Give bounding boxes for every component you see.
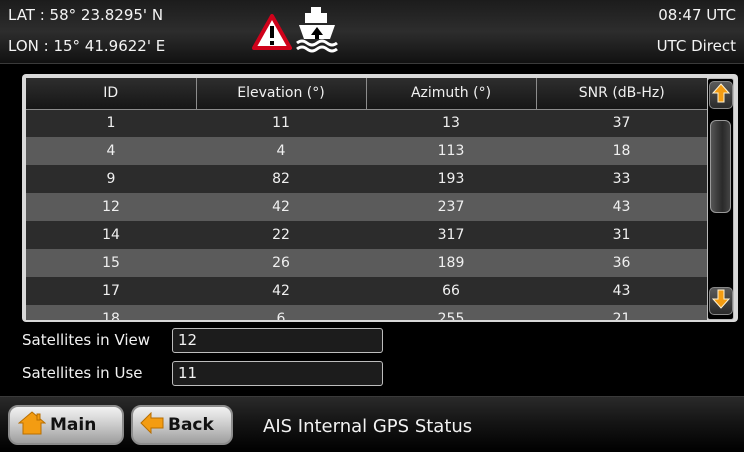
- cell-snr: 37: [536, 109, 707, 137]
- table-row[interactable]: 1 11 13 37: [26, 109, 707, 137]
- cell-elevation: 22: [196, 221, 366, 249]
- table-row[interactable]: 17 42 66 43: [26, 277, 707, 305]
- column-header-elevation[interactable]: Elevation (°): [196, 78, 367, 110]
- cell-elevation: 26: [196, 249, 366, 277]
- table-header-row: ID Elevation (°) Azimuth (°) SNR (dB-Hz): [26, 78, 707, 110]
- table-row[interactable]: 4 4 113 18: [26, 137, 707, 165]
- scroll-up-button[interactable]: [709, 81, 733, 109]
- satellites-in-view-label: Satellites in View: [22, 331, 151, 349]
- cell-id: 17: [26, 277, 196, 305]
- table-row[interactable]: 14 22 317 31: [26, 221, 707, 249]
- cell-id: 4: [26, 137, 196, 165]
- cell-id: 12: [26, 193, 196, 221]
- arrow-up-icon: [711, 83, 731, 107]
- cell-azimuth: 193: [366, 165, 536, 193]
- home-icon: [17, 411, 47, 439]
- table-row[interactable]: 12 42 237 43: [26, 193, 707, 221]
- satellites-in-view-field: 12: [172, 328, 383, 353]
- back-button[interactable]: Back: [131, 405, 233, 445]
- cell-snr: 31: [536, 221, 707, 249]
- cell-id: 9: [26, 165, 196, 193]
- cell-elevation: 4: [196, 137, 366, 165]
- column-header-azimuth[interactable]: Azimuth (°): [366, 78, 537, 110]
- scrollbar-thumb[interactable]: [710, 120, 731, 213]
- cell-azimuth: 66: [366, 277, 536, 305]
- cell-id: 18: [26, 305, 196, 320]
- footer-bar: Main Back AIS Internal GPS Status: [0, 396, 744, 452]
- ship-icon: [295, 5, 339, 59]
- cell-id: 15: [26, 249, 196, 277]
- main-button-label: Main: [50, 415, 97, 435]
- column-header-id[interactable]: ID: [26, 78, 197, 110]
- satellite-table-panel: ID Elevation (°) Azimuth (°) SNR (dB-Hz)…: [22, 74, 738, 322]
- cell-azimuth: 237: [366, 193, 536, 221]
- cell-snr: 18: [536, 137, 707, 165]
- scroll-down-button[interactable]: [709, 287, 733, 315]
- table-row[interactable]: 15 26 189 36: [26, 249, 707, 277]
- arrow-left-icon: [140, 411, 164, 438]
- table-scrollbar[interactable]: [707, 78, 734, 320]
- table-row[interactable]: 18 6 255 21: [26, 305, 707, 320]
- longitude-readout: LON : 15° 41.9622' E: [8, 37, 166, 55]
- cell-snr: 21: [536, 305, 707, 320]
- column-header-snr[interactable]: SNR (dB-Hz): [536, 78, 707, 110]
- cell-elevation: 6: [196, 305, 366, 320]
- table-row[interactable]: 9 82 193 33: [26, 165, 707, 193]
- satellites-in-use-label: Satellites in Use: [22, 364, 143, 382]
- cell-azimuth: 317: [366, 221, 536, 249]
- cell-elevation: 42: [196, 277, 366, 305]
- satellite-table: ID Elevation (°) Azimuth (°) SNR (dB-Hz)…: [26, 78, 707, 320]
- cell-snr: 36: [536, 249, 707, 277]
- cell-azimuth: 189: [366, 249, 536, 277]
- warning-triangle-icon[interactable]: [252, 14, 292, 54]
- cell-snr: 33: [536, 165, 707, 193]
- cell-snr: 43: [536, 277, 707, 305]
- cell-snr: 43: [536, 193, 707, 221]
- arrow-down-icon: [711, 289, 731, 313]
- back-button-label: Back: [168, 415, 214, 435]
- cell-azimuth: 255: [366, 305, 536, 320]
- time-source-mode: UTC Direct: [656, 37, 736, 55]
- cell-elevation: 82: [196, 165, 366, 193]
- status-header: LAT : 58° 23.8295' N LON : 15° 41.9622' …: [0, 0, 744, 64]
- utc-time: 08:47 UTC: [658, 6, 736, 24]
- cell-elevation: 42: [196, 193, 366, 221]
- page-title: AIS Internal GPS Status: [263, 416, 473, 437]
- cell-id: 1: [26, 109, 196, 137]
- cell-id: 14: [26, 221, 196, 249]
- cell-azimuth: 13: [366, 109, 536, 137]
- cell-elevation: 11: [196, 109, 366, 137]
- latitude-readout: LAT : 58° 23.8295' N: [8, 6, 164, 24]
- satellites-in-use-field: 11: [172, 361, 383, 386]
- cell-azimuth: 113: [366, 137, 536, 165]
- satellite-table-viewport[interactable]: ID Elevation (°) Azimuth (°) SNR (dB-Hz)…: [26, 78, 707, 320]
- main-button[interactable]: Main: [8, 405, 124, 445]
